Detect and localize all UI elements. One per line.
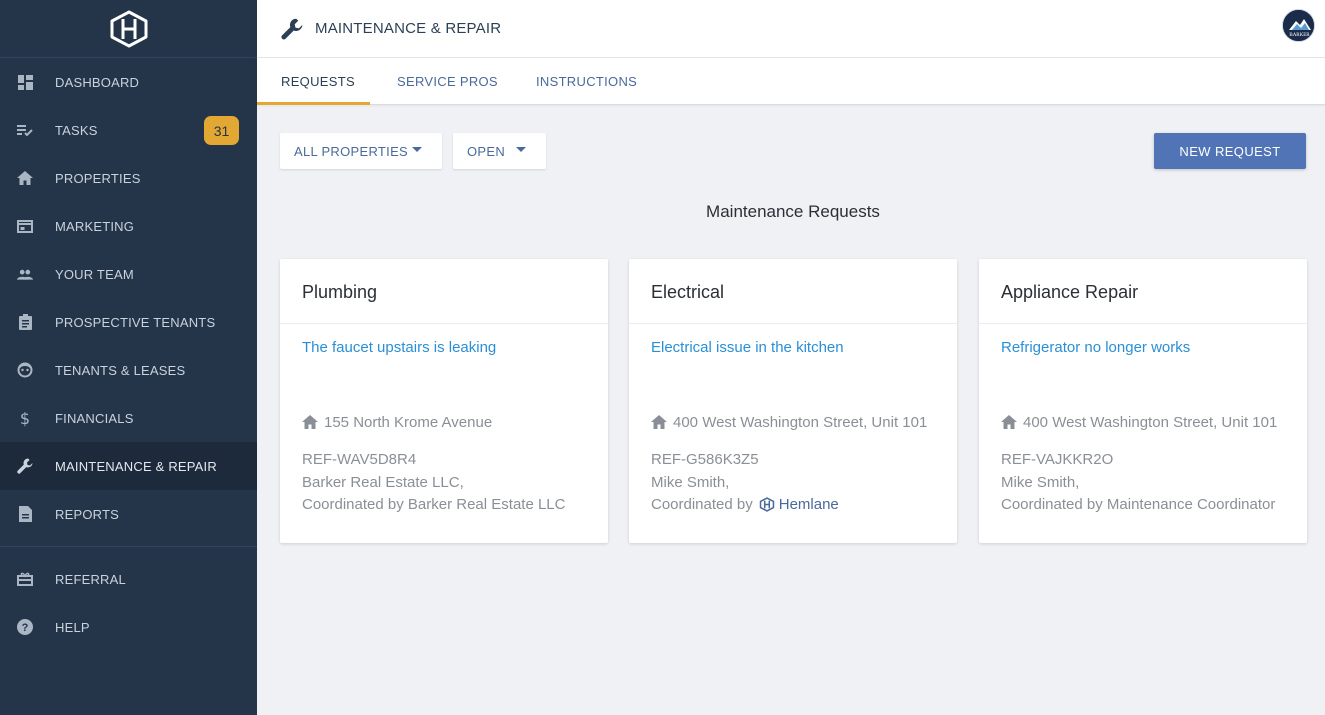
request-address: 400 West Washington Street, Unit 101 [1001,414,1277,431]
request-address: 400 West Washington Street, Unit 101 [651,414,927,431]
sidebar-item-label: DASHBOARD [55,74,140,90]
sidebar: DASHBOARD TASKS 31 PROPERTIES MARKETING [0,0,257,715]
sidebar-item-label: FINANCIALS [55,410,134,426]
request-coordinator: Coordinated by Maintenance Coordinator [1001,496,1276,513]
sidebar-item-maintenance-repair[interactable]: MAINTENANCE & REPAIR [0,442,257,490]
tab-service-pros[interactable]: SERVICE PROS [397,58,498,105]
request-category: Electrical [651,282,725,302]
address-text: 400 West Washington Street, Unit 101 [673,414,928,431]
hemlane-logo[interactable] [108,10,150,48]
request-card[interactable]: Appliance Repair Refrigerator no longer … [979,259,1307,543]
tab-bar: REQUESTS SERVICE PROS INSTRUCTIONS [257,58,1325,105]
request-coordinator: Coordinated by Hemlane [651,496,839,513]
hemlane-coordinator-link[interactable]: Hemlane [759,496,839,513]
marketing-icon [17,218,33,234]
sidebar-divider [0,546,257,547]
tab-label: INSTRUCTIONS [536,74,638,89]
sidebar-item-your-team[interactable]: YOUR TEAM [0,250,257,298]
address-text: 400 West Washington Street, Unit 101 [1023,414,1278,431]
wrench-icon [17,458,33,474]
tasks-icon [17,122,33,138]
sidebar-item-label: TASKS [55,122,98,138]
property-filter-dropdown[interactable]: ALL PROPERTIES [280,133,442,169]
request-category: Appliance Repair [1001,282,1139,302]
address-text: 155 North Krome Avenue [324,414,493,431]
request-description-link[interactable]: Electrical issue in the kitchen [651,339,844,356]
sidebar-item-properties[interactable]: PROPERTIES [0,154,257,202]
sidebar-item-label: MARKETING [55,218,135,234]
sidebar-item-reports[interactable]: REPORTS [0,490,257,538]
request-description-link[interactable]: The faucet upstairs is leaking [302,339,496,356]
request-description-link[interactable]: Refrigerator no longer works [1001,339,1190,356]
request-ref: REF-G586K3Z5 [651,451,759,468]
request-person: Mike Smith, [1001,474,1080,491]
top-header: MAINTENANCE & REPAIR BARKER [257,0,1325,58]
section-title: Maintenance Requests [706,202,880,221]
sidebar-item-help[interactable]: ? HELP [0,603,257,651]
help-icon: ? [17,619,33,635]
request-coordinator: Coordinated by Barker Real Estate LLC [302,496,566,513]
request-person: Barker Real Estate LLC, [302,474,464,491]
request-category: Plumbing [302,282,378,302]
home-icon [1001,414,1019,431]
home-icon [17,170,33,186]
tasks-count-badge: 31 [204,116,239,145]
new-request-button[interactable]: NEW REQUEST [1154,133,1306,169]
sidebar-item-label: PROSPECTIVE TENANTS [55,314,216,330]
request-address: 155 North Krome Avenue [302,414,492,431]
request-ref: REF-VAJKKR2O [1001,451,1114,468]
sidebar-item-marketing[interactable]: MARKETING [0,202,257,250]
sidebar-item-label: REFERRAL [55,571,126,587]
home-icon [651,414,669,431]
sidebar-item-label: YOUR TEAM [55,266,134,282]
sidebar-item-label: HELP [55,619,90,635]
card-divider [979,323,1307,324]
svg-text:?: ? [22,622,29,634]
sidebar-item-label: TENANTS & LEASES [55,362,186,378]
sidebar-item-financials[interactable]: $ FINANCIALS [0,394,257,442]
hemlane-brand-text: Hemlane [778,496,839,513]
request-card[interactable]: Electrical Electrical issue in the kitch… [629,259,957,543]
card-divider [280,323,608,324]
team-icon [17,266,33,282]
dashboard-icon [17,74,33,90]
tab-label: SERVICE PROS [397,74,498,89]
request-card[interactable]: Plumbing The faucet upstairs is leaking … [280,259,608,543]
logo-area [0,0,257,58]
avatar[interactable]: BARKER [1282,9,1315,42]
home-icon [302,414,320,431]
avatar-text: BARKER [1289,33,1310,38]
status-filter-label: OPEN [467,143,506,159]
sidebar-item-dashboard[interactable]: DASHBOARD [0,58,257,106]
dollar-icon: $ [19,408,31,428]
hemlane-logo-icon [759,497,774,512]
tab-label: REQUESTS [281,74,355,89]
request-ref: REF-WAV5D8R4 [302,451,417,468]
sidebar-item-tenants-leases[interactable]: TENANTS & LEASES [0,346,257,394]
sidebar-item-prospective-tenants[interactable]: PROSPECTIVE TENANTS [0,298,257,346]
sidebar-nav: DASHBOARD TASKS 31 PROPERTIES MARKETING [0,58,257,538]
request-person: Mike Smith, [651,474,730,491]
main-content: ALL PROPERTIES OPEN NEW REQUEST Maintena… [257,105,1325,715]
status-filter-dropdown[interactable]: OPEN [453,133,546,169]
report-icon [17,506,33,522]
tab-requests[interactable]: REQUESTS [281,58,355,105]
card-divider [629,323,957,324]
property-filter-label: ALL PROPERTIES [294,143,409,159]
chevron-down-icon [516,147,526,152]
page-title: MAINTENANCE & REPAIR [315,20,502,37]
sidebar-item-referral[interactable]: REFERRAL [0,555,257,603]
coordinated-by-text: Coordinated by [651,496,753,513]
tab-instructions[interactable]: INSTRUCTIONS [536,58,637,105]
sidebar-item-label: REPORTS [55,506,120,522]
chevron-down-icon [412,147,422,152]
tenant-face-icon [17,362,33,378]
clipboard-icon [17,314,33,330]
sidebar-item-label: MAINTENANCE & REPAIR [55,458,217,474]
sidebar-item-tasks[interactable]: TASKS 31 [0,106,257,154]
wrench-icon [281,18,303,40]
gift-icon [17,571,33,587]
sidebar-item-label: PROPERTIES [55,170,141,186]
